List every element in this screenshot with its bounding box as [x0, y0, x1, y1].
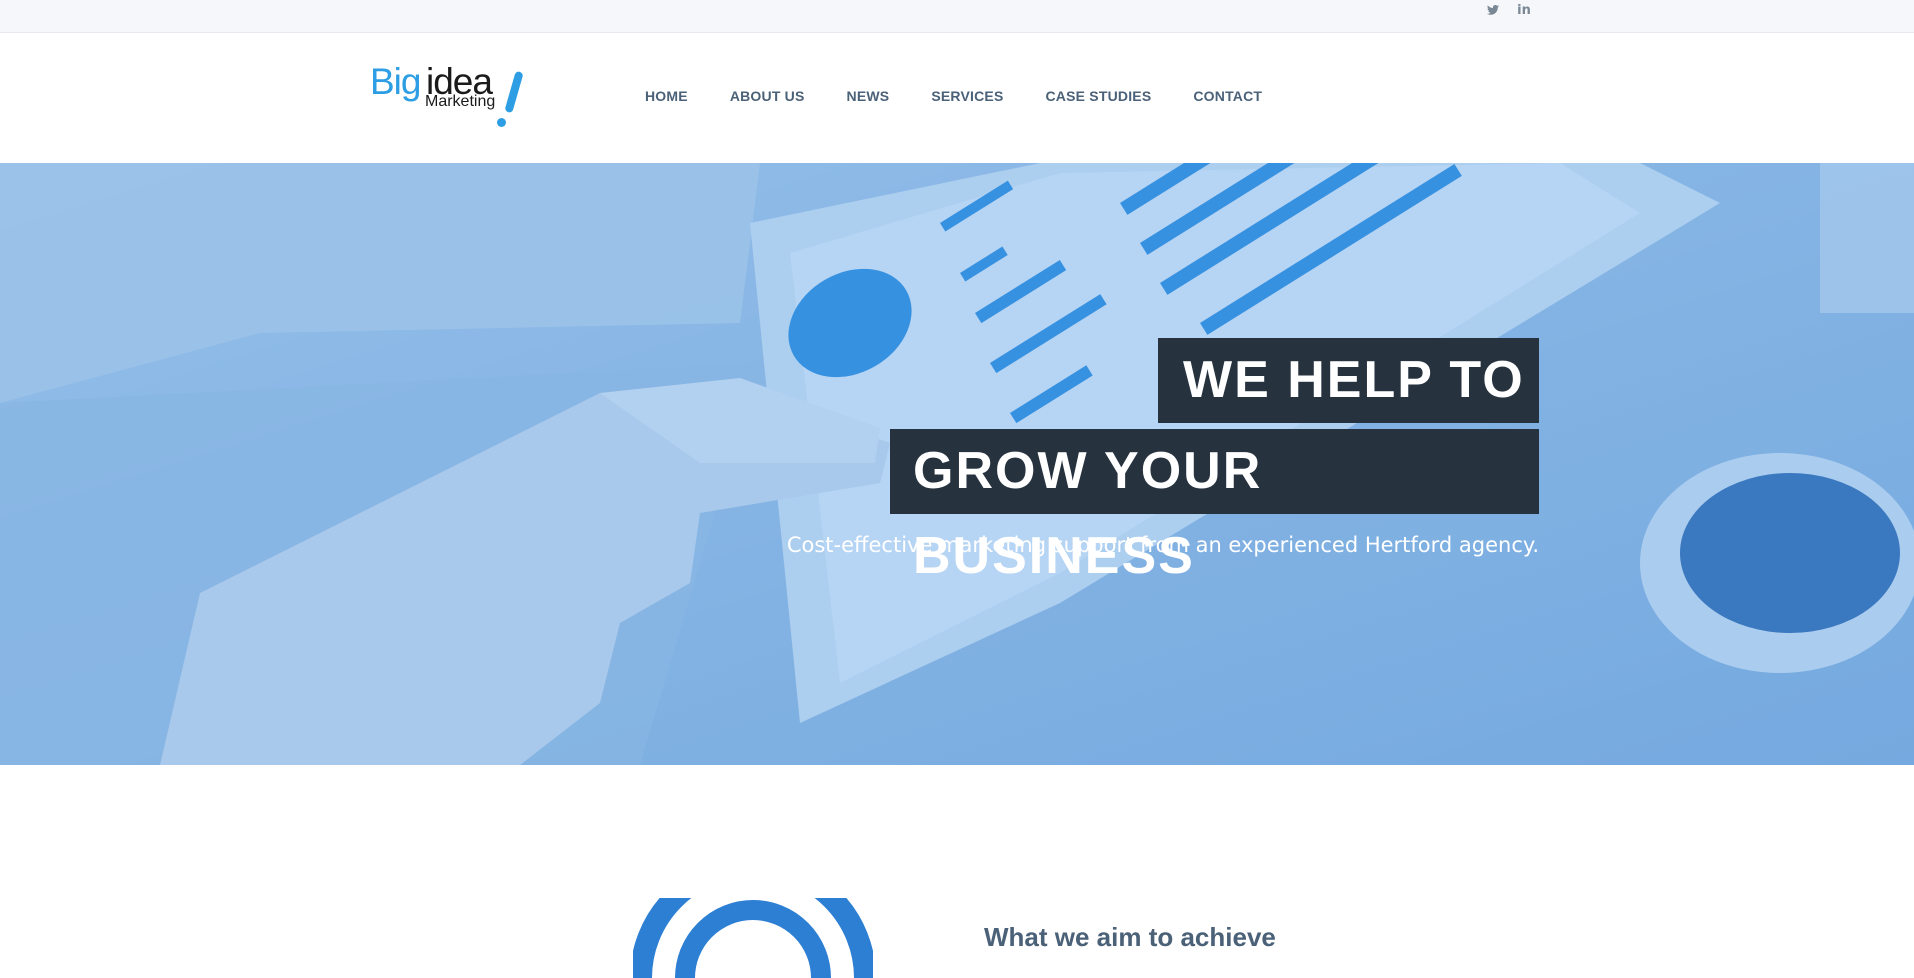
nav-about-us[interactable]: ABOUT US: [730, 88, 805, 104]
nav-case-studies[interactable]: CASE STUDIES: [1046, 88, 1152, 104]
top-utility-bar: in: [0, 0, 1914, 33]
main-nav: HOME ABOUT US NEWS SERVICES CASE STUDIES…: [645, 88, 1304, 104]
target-icon: [633, 898, 873, 978]
site-header: Big idea Marketing HOME ABOUT US NEWS SE…: [0, 33, 1914, 163]
logo-exclamation-dot: [497, 118, 506, 127]
section-title: What we aim to achieve: [984, 922, 1276, 952]
logo[interactable]: Big idea Marketing: [370, 61, 530, 141]
hero-subline: Cost-effective marketing support from an…: [786, 533, 1539, 557]
nav-contact[interactable]: CONTACT: [1193, 88, 1262, 104]
nav-home[interactable]: HOME: [645, 88, 688, 104]
hero-headline-line2: GROW YOUR BUSINESS: [890, 429, 1539, 585]
hero-banner: WE HELP TO GROW YOUR BUSINESS Cost-effec…: [0, 163, 1914, 765]
logo-marketing: Marketing: [425, 93, 496, 110]
logo-big: Big: [370, 61, 421, 102]
twitter-icon[interactable]: [1484, 0, 1502, 20]
nav-news[interactable]: NEWS: [847, 88, 890, 104]
linkedin-icon[interactable]: in: [1515, 0, 1533, 20]
hero-headline-line1: WE HELP TO: [1158, 338, 1539, 423]
logo-exclamation-mark: [504, 70, 524, 114]
nav-services[interactable]: SERVICES: [931, 88, 1003, 104]
